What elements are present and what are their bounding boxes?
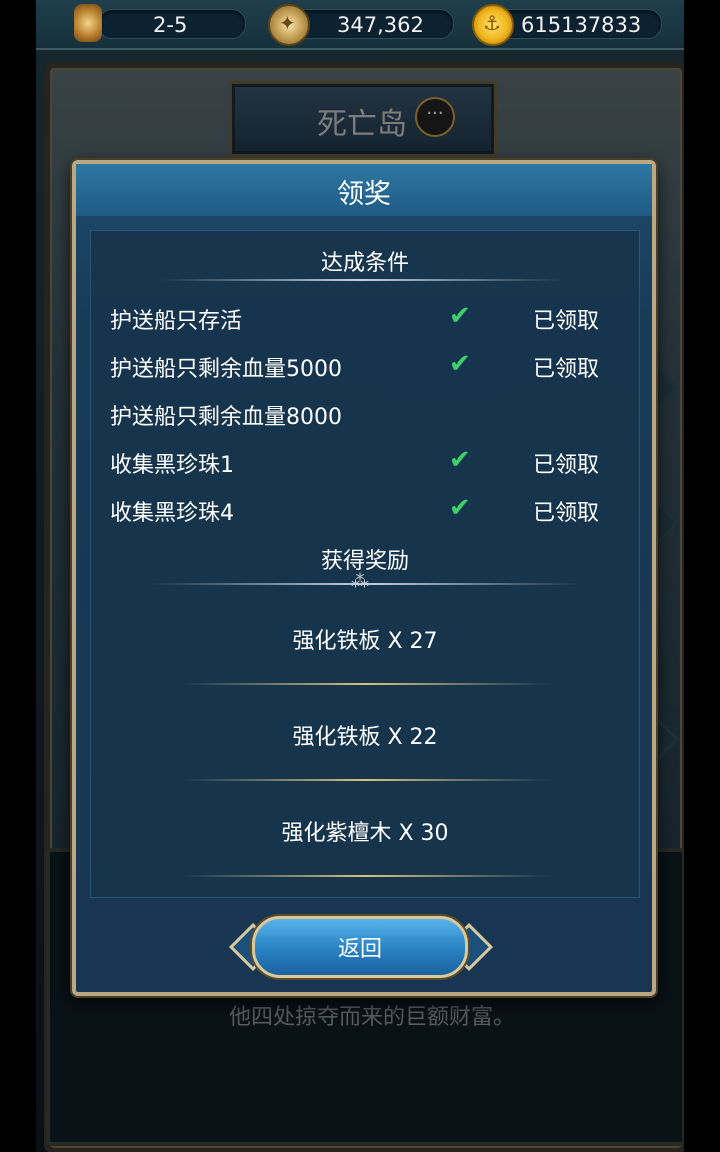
stage-pill: 2-5	[98, 9, 246, 39]
gold-value: 615137833	[521, 13, 642, 37]
reward-divider	[181, 779, 551, 781]
condition-text: 护送船只剩余血量8000	[110, 405, 342, 430]
condition-status: 已领取	[533, 501, 600, 526]
game-screen: 死亡岛 ··· 领奖 探索 出港 加勒比海以印第安人的一个支系命名，意思是“勇敢…	[36, 0, 684, 1152]
condition-row: 护送船只存活 ✔ 已领取	[91, 299, 639, 339]
reward-divider	[181, 875, 551, 877]
condition-text: 收集黑珍珠1	[110, 453, 234, 478]
check-icon: ✔	[449, 493, 471, 523]
hourglass-icon	[74, 4, 102, 42]
compass-icon	[268, 4, 310, 46]
condition-status: 已领取	[533, 453, 600, 478]
conditions-header: 达成条件	[320, 251, 409, 276]
stage-value: 2-5	[153, 13, 188, 37]
check-icon: ✔	[449, 349, 471, 379]
dialog-content: 达成条件 护送船只存活 ✔ 已领取 护送船只剩余血量5000 ✔ 已领取 护送船…	[90, 230, 640, 898]
condition-status: 已领取	[533, 357, 600, 382]
gold-coin-icon	[472, 4, 514, 46]
resource-bar: 2-5 347,362 615137833	[36, 0, 684, 50]
check-icon: ✔	[449, 301, 471, 331]
reward-item: 强化铁板 X 27	[292, 629, 438, 654]
dialog-title: 领奖	[337, 179, 391, 210]
compass-pill: 347,362	[290, 9, 454, 39]
dialog-title-bar: 领奖	[76, 164, 652, 216]
compass-value: 347,362	[337, 13, 424, 37]
reward-item: 强化铁板 X 22	[292, 725, 438, 750]
left-letterbox	[0, 0, 36, 1152]
reward-item: 强化紫檀木 X 30	[281, 821, 449, 846]
check-icon: ✔	[449, 445, 471, 475]
condition-row: 护送船只剩余血量8000	[91, 395, 639, 435]
ornament-icon: ⁂	[351, 571, 369, 592]
condition-text: 护送船只存活	[110, 309, 243, 334]
gold-pill: 615137833	[494, 9, 662, 39]
reward-dialog: 领奖 达成条件 护送船只存活 ✔ 已领取 护送船只剩余血量5000 ✔ 已领取 …	[72, 160, 656, 996]
back-button-label: 返回	[337, 937, 382, 962]
right-letterbox	[684, 0, 720, 1152]
condition-text: 收集黑珍珠4	[110, 501, 234, 526]
condition-row: 收集黑珍珠1 ✔ 已领取	[91, 443, 639, 483]
conditions-divider	[161, 279, 561, 281]
condition-row: 收集黑珍珠4 ✔ 已领取	[91, 491, 639, 531]
condition-row: 护送船只剩余血量5000 ✔ 已领取	[91, 347, 639, 387]
condition-status: 已领取	[533, 309, 600, 334]
reward-divider	[181, 683, 551, 685]
condition-text: 护送船只剩余血量5000	[110, 357, 342, 382]
back-button[interactable]: 返回	[252, 916, 468, 978]
